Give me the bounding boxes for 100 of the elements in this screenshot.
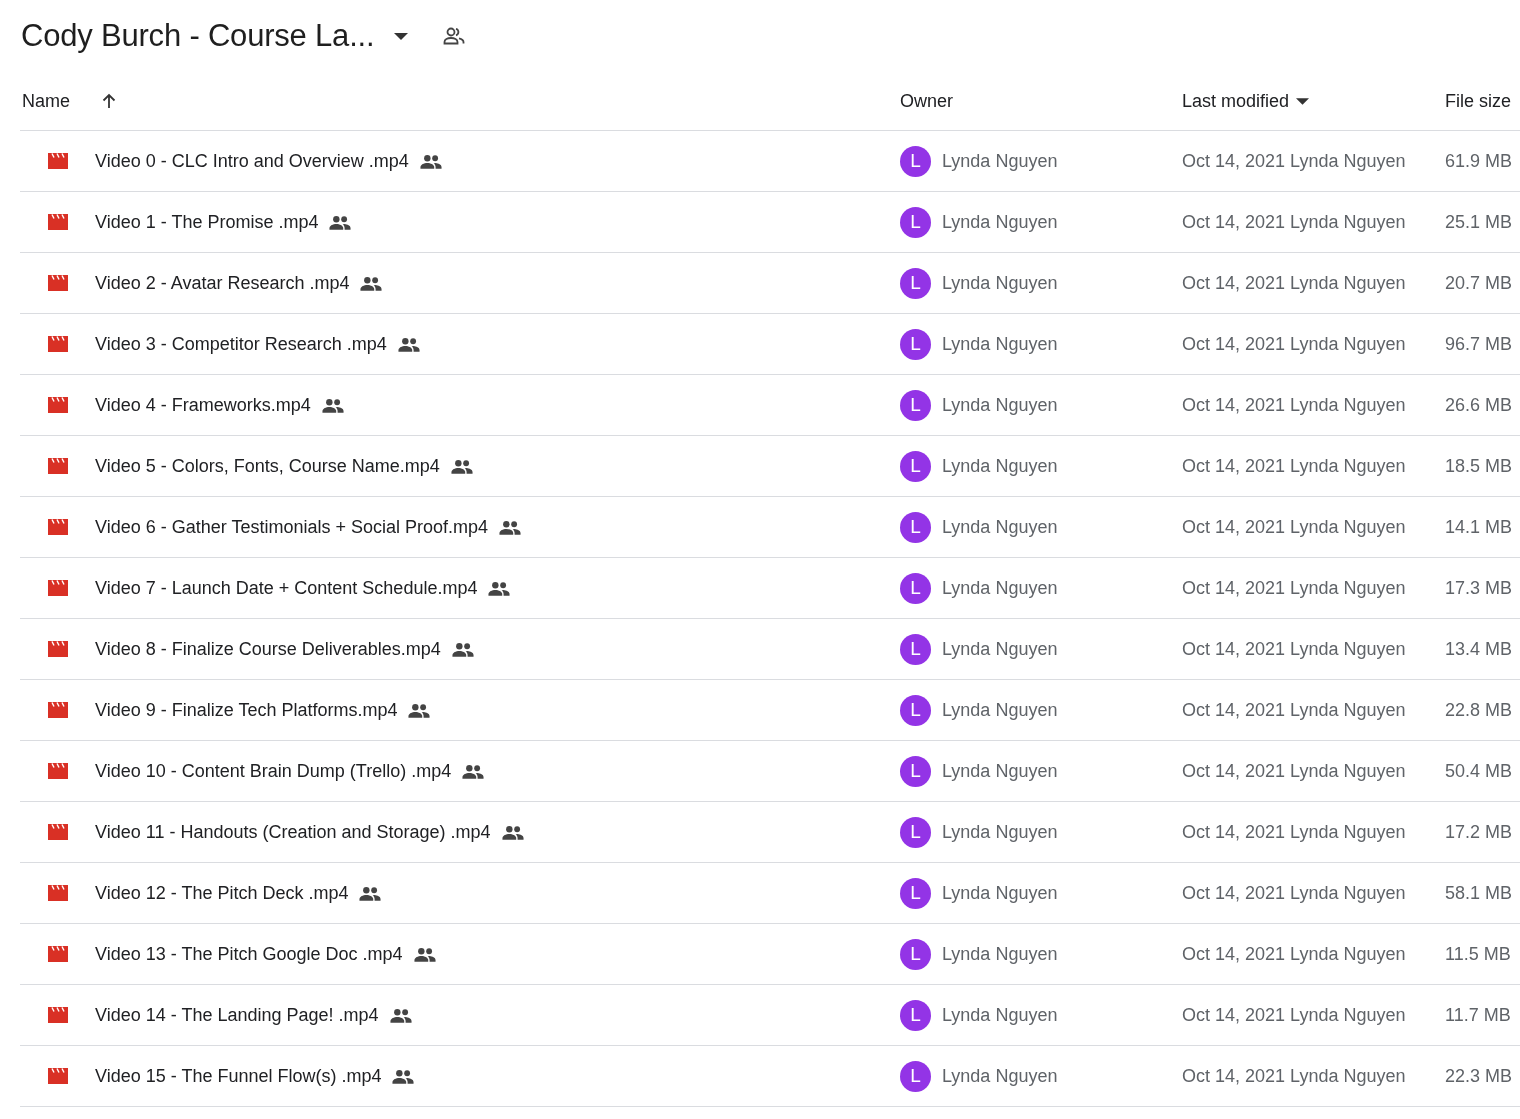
owner-avatar: L: [900, 328, 931, 360]
last-modified: Oct 14, 2021 Lynda Nguyen: [1182, 760, 1406, 782]
video-file-icon: [47, 335, 69, 353]
owner-avatar: L: [900, 572, 931, 604]
video-file-icon: [47, 762, 69, 780]
owner-name: Lynda Nguyen: [942, 1065, 1058, 1087]
last-modified: Oct 14, 2021 Lynda Nguyen: [1182, 1065, 1406, 1087]
video-file-icon: [47, 274, 69, 292]
file-name[interactable]: Video 1 - The Promise .mp4: [95, 211, 319, 233]
file-size: 96.7 MB: [1445, 333, 1513, 355]
file-name[interactable]: Video 5 - Colors, Fonts, Course Name.mp4: [95, 455, 440, 477]
column-header[interactable]: File size: [1445, 90, 1511, 112]
column-header[interactable]: Last modified: [1182, 90, 1290, 112]
owner-name: Lynda Nguyen: [942, 821, 1058, 843]
up-arrow-icon[interactable]: [101, 93, 117, 109]
owner-name: Lynda Nguyen: [942, 699, 1058, 721]
file-size: 20.7 MB: [1445, 272, 1513, 294]
last-modified: Oct 14, 2021 Lynda Nguyen: [1182, 1004, 1406, 1026]
file-size: 11.7 MB: [1445, 1004, 1511, 1026]
file-name[interactable]: Video 12 - The Pitch Deck .mp4: [95, 882, 349, 904]
file-name[interactable]: Video 13 - The Pitch Google Doc .mp4: [95, 943, 403, 965]
video-file-icon: [47, 823, 69, 841]
owner-name: Lynda Nguyen: [942, 333, 1058, 355]
video-file-icon: [47, 945, 69, 963]
video-file-icon: [47, 396, 69, 414]
file-name[interactable]: Video 3 - Competitor Research .mp4: [95, 333, 387, 355]
owner-avatar: L: [900, 511, 931, 543]
file-size: 18.5 MB: [1445, 455, 1513, 477]
video-file-icon: [47, 579, 69, 597]
owner-avatar: L: [900, 877, 931, 909]
owner-avatar: L: [900, 938, 931, 970]
file-name[interactable]: Video 2 - Avatar Research .mp4: [95, 272, 350, 294]
owner-avatar: L: [900, 755, 931, 787]
last-modified: Oct 14, 2021 Lynda Nguyen: [1182, 394, 1406, 416]
owner-name: Lynda Nguyen: [942, 943, 1058, 965]
last-modified: Oct 14, 2021 Lynda Nguyen: [1182, 821, 1406, 843]
file-size: 14.1 MB: [1445, 516, 1513, 538]
file-name[interactable]: Video 7 - Launch Date + Content Schedule.mp4: [95, 577, 478, 599]
file-size: 11.5 MB: [1445, 943, 1511, 965]
file-name[interactable]: Video 15 - The Funnel Flow(s) .mp4: [95, 1065, 382, 1087]
owner-name: Lynda Nguyen: [942, 638, 1058, 660]
file-size: 50.4 MB: [1445, 760, 1513, 782]
column-header[interactable]: Owner: [900, 90, 953, 112]
file-size: 26.6 MB: [1445, 394, 1513, 416]
file-name[interactable]: Video 10 - Content Brain Dump (Trello) .mp4: [95, 760, 452, 782]
file-size: 13.4 MB: [1445, 638, 1513, 660]
owner-name: Lynda Nguyen: [942, 394, 1058, 416]
file-size: 61.9 MB: [1445, 150, 1513, 172]
last-modified: Oct 14, 2021 Lynda Nguyen: [1182, 272, 1406, 294]
file-name[interactable]: Video 14 - The Landing Page! .mp4: [95, 1004, 379, 1026]
video-file-icon: [47, 701, 69, 719]
file-size: 17.2 MB: [1445, 821, 1513, 843]
video-file-icon: [47, 518, 69, 536]
last-modified: Oct 14, 2021 Lynda Nguyen: [1182, 638, 1406, 660]
column-header[interactable]: Name: [22, 90, 70, 112]
video-file-icon: [47, 152, 69, 170]
owner-avatar: L: [900, 999, 931, 1031]
last-modified: Oct 14, 2021 Lynda Nguyen: [1182, 211, 1406, 233]
video-file-icon: [47, 457, 69, 475]
owner-name: Lynda Nguyen: [942, 577, 1058, 599]
owner-name: Lynda Nguyen: [942, 272, 1058, 294]
owner-avatar: L: [900, 1060, 931, 1092]
last-modified: Oct 14, 2021 Lynda Nguyen: [1182, 943, 1406, 965]
video-file-icon: [47, 884, 69, 902]
file-name[interactable]: Video 9 - Finalize Tech Platforms.mp4: [95, 699, 398, 721]
owner-avatar: L: [900, 633, 931, 665]
last-modified: Oct 14, 2021 Lynda Nguyen: [1182, 516, 1406, 538]
owner-avatar: L: [900, 694, 931, 726]
file-name[interactable]: Video 8 - Finalize Course Deliverables.mp4: [95, 638, 441, 660]
folder-title[interactable]: Cody Burch - Course La...: [21, 18, 375, 54]
owner-avatar: L: [900, 267, 931, 299]
owner-avatar: L: [900, 389, 931, 421]
file-size: 22.8 MB: [1445, 699, 1513, 721]
video-file-icon: [47, 1006, 69, 1024]
video-file-icon: [47, 213, 69, 231]
last-modified: Oct 14, 2021 Lynda Nguyen: [1182, 699, 1406, 721]
sort-caret-icon[interactable]: [1296, 97, 1310, 105]
owner-name: Lynda Nguyen: [942, 882, 1058, 904]
file-name[interactable]: Video 11 - Handouts (Creation and Storage) .mp4: [95, 821, 491, 843]
file-name[interactable]: Video 0 - CLC Intro and Overview .mp4: [95, 150, 409, 172]
owner-avatar: L: [900, 450, 931, 482]
owner-name: Lynda Nguyen: [942, 760, 1058, 782]
video-file-icon: [47, 1067, 69, 1085]
last-modified: Oct 14, 2021 Lynda Nguyen: [1182, 455, 1406, 477]
owner-name: Lynda Nguyen: [942, 150, 1058, 172]
dropdown-caret-icon[interactable]: [394, 32, 409, 40]
file-size: 17.3 MB: [1445, 577, 1513, 599]
last-modified: Oct 14, 2021 Lynda Nguyen: [1182, 882, 1406, 904]
file-size: 58.1 MB: [1445, 882, 1513, 904]
owner-name: Lynda Nguyen: [942, 1004, 1058, 1026]
owner-name: Lynda Nguyen: [942, 211, 1058, 233]
file-size: 22.3 MB: [1445, 1065, 1513, 1087]
file-name[interactable]: Video 4 - Frameworks.mp4: [95, 394, 311, 416]
file-size: 25.1 MB: [1445, 211, 1513, 233]
owner-avatar: L: [900, 816, 931, 848]
last-modified: Oct 14, 2021 Lynda Nguyen: [1182, 150, 1406, 172]
file-name[interactable]: Video 6 - Gather Testimonials + Social Proof.mp4: [95, 516, 489, 538]
video-file-icon: [47, 640, 69, 658]
last-modified: Oct 14, 2021 Lynda Nguyen: [1182, 333, 1406, 355]
owner-name: Lynda Nguyen: [942, 516, 1058, 538]
